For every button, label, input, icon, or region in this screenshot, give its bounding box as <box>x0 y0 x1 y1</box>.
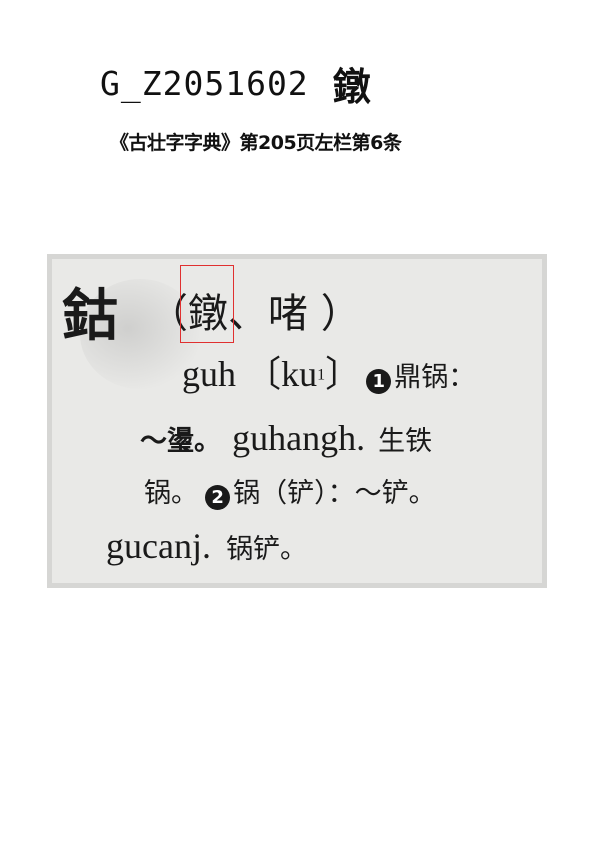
phonetic-tone: 1 <box>317 366 326 384</box>
example-1-gloss-a: 生铁 <box>378 426 433 457</box>
sense-2-line: 锅。 2 锅（铲）：～铲。 <box>144 471 436 510</box>
sense-1-gloss: 鼎锅： <box>394 362 476 393</box>
highlight-box <box>180 265 234 343</box>
example-1-tilde: ～璗。 <box>140 426 221 457</box>
dictionary-scan-image: 鈷 （鐓、啫 ） guh 〔ku1〕 1 鼎锅： ～璗。 guhangh. 生铁 … <box>47 254 547 588</box>
example-1-word: guhangh. <box>232 418 366 458</box>
example-1-gloss-b: 锅。 <box>144 478 198 509</box>
variant-others: 、啫 ） <box>228 291 361 337</box>
example-1-line: ～璗。 guhangh. 生铁 <box>140 417 432 459</box>
pronunciation-line: guh 〔ku1〕 1 鼎锅： <box>182 345 475 397</box>
source-reference: 《古壮字字典》第205页左栏第6条 <box>110 132 402 154</box>
sense-2-marker: 2 <box>205 485 231 510</box>
code-title: G_Z2051602 鐓 <box>100 60 371 109</box>
sense-2-gloss: 锅（铲）：～铲。 <box>233 478 436 509</box>
entry-headword: 鈷 <box>62 283 118 349</box>
phonetic-open: 〔ku <box>245 354 318 394</box>
glyph-code: G_Z2051602 <box>100 63 309 103</box>
example-2-word: gucanj. <box>106 526 211 566</box>
glyph-character: 鐓 <box>332 63 371 109</box>
example-2-line: gucanj. 锅铲。 <box>106 525 307 567</box>
pronunciation: guh <box>182 354 236 394</box>
example-2-gloss: 锅铲。 <box>226 534 308 565</box>
phonetic-close: 〕 <box>325 354 362 394</box>
sense-1-marker: 1 <box>366 369 392 394</box>
